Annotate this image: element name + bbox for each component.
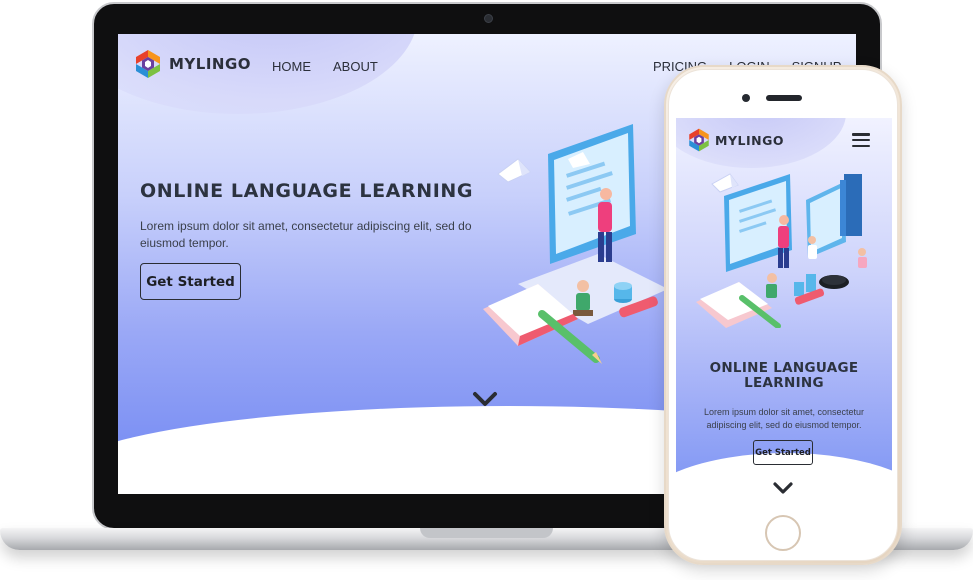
laptop-notch bbox=[420, 528, 553, 538]
phone-camera bbox=[742, 94, 750, 102]
chevron-down-icon[interactable] bbox=[773, 481, 793, 495]
phone-home-button[interactable] bbox=[765, 515, 801, 551]
hero-description: Lorem ipsum dolor sit amet, consectetur … bbox=[703, 407, 865, 430]
device-mockup: MYLINGO HOME ABOUT PRICING LOGIN SIGNUP bbox=[0, 0, 973, 580]
chevron-down-icon[interactable] bbox=[472, 390, 498, 408]
phone-screen: MYLINGO ONLINE LANGUAGE LEARNING Lorem i… bbox=[676, 118, 892, 510]
mylingo-logo-icon bbox=[689, 128, 709, 152]
hero-title: ONLINE LANGUAGE LEARNING bbox=[709, 360, 859, 391]
nav-about[interactable]: ABOUT bbox=[333, 59, 378, 74]
mylingo-logo-icon bbox=[136, 50, 160, 78]
hamburger-menu-icon[interactable] bbox=[852, 133, 870, 147]
hero-title: ONLINE LANGUAGE LEARNING bbox=[140, 180, 474, 202]
get-started-button[interactable]: Get Started bbox=[140, 263, 241, 300]
site-logo[interactable]: MYLINGO bbox=[686, 127, 784, 153]
phone-speaker bbox=[766, 95, 802, 101]
online-learning-illustration bbox=[483, 124, 668, 364]
laptop-camera bbox=[484, 14, 493, 23]
nav-home[interactable]: HOME bbox=[272, 59, 311, 74]
brand-name: MYLINGO bbox=[715, 132, 784, 148]
main-nav: HOME ABOUT bbox=[272, 59, 378, 74]
brand-name: MYLINGO bbox=[169, 55, 252, 73]
hero-description: Lorem ipsum dolor sit amet, consectetur … bbox=[140, 219, 472, 250]
get-started-button[interactable]: Get Started bbox=[753, 440, 813, 465]
online-learning-illustration bbox=[696, 173, 867, 328]
site-logo[interactable]: MYLINGO bbox=[132, 48, 251, 80]
